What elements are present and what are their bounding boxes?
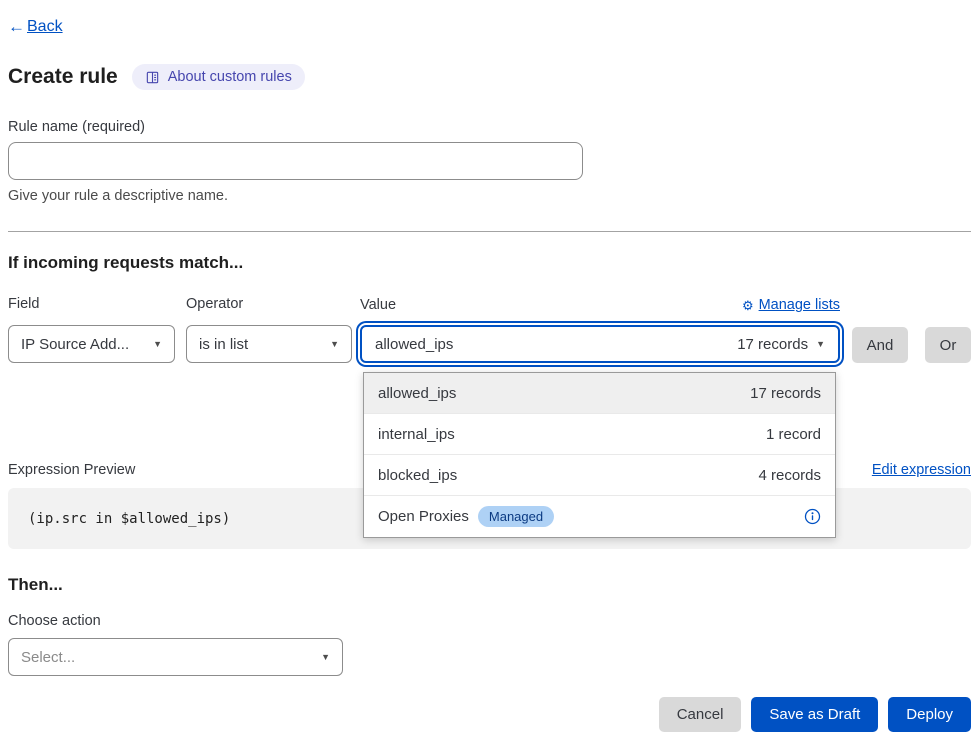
- deploy-button[interactable]: Deploy: [888, 697, 971, 732]
- value-column: Value ⚙ Manage lists allowed_ips 17 reco…: [360, 296, 840, 363]
- chevron-down-icon: ▼: [816, 339, 825, 349]
- back-row: ←Back: [8, 0, 971, 37]
- chevron-down-icon: ▼: [321, 652, 330, 662]
- rule-name-label: Rule name (required): [8, 119, 971, 135]
- and-button[interactable]: And: [852, 327, 908, 363]
- field-select-value: IP Source Add...: [21, 336, 129, 353]
- about-custom-rules-label: About custom rules: [168, 69, 292, 85]
- value-select-meta-wrap: 17 records ▼: [737, 336, 825, 353]
- save-as-draft-button[interactable]: Save as Draft: [751, 697, 878, 732]
- or-button[interactable]: Or: [925, 327, 971, 363]
- footer-actions: Cancel Save as Draft Deploy: [8, 697, 971, 752]
- dropdown-item-blocked-ips[interactable]: blocked_ips 4 records: [364, 455, 835, 496]
- field-select[interactable]: IP Source Add... ▼: [8, 325, 175, 363]
- list-item-name-wrap: Open Proxies Managed: [378, 506, 554, 527]
- value-label-row: Value ⚙ Manage lists: [360, 296, 840, 314]
- list-item-name: allowed_ips: [378, 385, 456, 402]
- list-item-meta: 17 records: [750, 385, 821, 402]
- chevron-down-icon: ▼: [153, 339, 162, 349]
- manage-lists-label: Manage lists: [759, 297, 840, 313]
- edit-expression-link[interactable]: Edit expression: [872, 462, 971, 478]
- match-section-heading: If incoming requests match...: [8, 253, 971, 273]
- dropdown-item-internal-ips[interactable]: internal_ips 1 record: [364, 414, 835, 455]
- manage-lists-link[interactable]: ⚙ Manage lists: [742, 297, 840, 313]
- operator-column: Operator is in list ▼: [186, 296, 352, 363]
- back-link-label: Back: [27, 18, 63, 36]
- managed-badge: Managed: [478, 506, 554, 527]
- action-select-placeholder: Select...: [21, 649, 75, 666]
- value-label: Value: [360, 297, 396, 313]
- value-select-value: allowed_ips: [375, 336, 453, 353]
- operator-select[interactable]: is in list ▼: [186, 325, 352, 363]
- about-custom-rules-link[interactable]: About custom rules: [132, 64, 305, 90]
- value-select[interactable]: allowed_ips 17 records ▼: [360, 325, 840, 363]
- operator-select-value: is in list: [199, 336, 248, 353]
- back-arrow-icon: ←: [8, 17, 25, 37]
- create-rule-page: ←Back Create rule About custom rules Rul…: [0, 0, 979, 752]
- list-item-name: internal_ips: [378, 426, 455, 443]
- title-row: Create rule About custom rules: [8, 64, 971, 90]
- choose-action-label: Choose action: [8, 613, 971, 629]
- list-item-name: Open Proxies: [378, 508, 469, 525]
- info-icon[interactable]: [804, 508, 821, 525]
- back-link[interactable]: ←Back: [8, 17, 63, 37]
- value-select-meta: 17 records: [737, 336, 808, 353]
- cancel-button[interactable]: Cancel: [659, 697, 742, 732]
- list-item-meta: 1 record: [766, 426, 821, 443]
- field-column: Field IP Source Add... ▼: [8, 296, 175, 363]
- then-section-heading: Then...: [8, 575, 971, 595]
- action-select[interactable]: Select... ▼: [8, 638, 343, 676]
- rule-name-helper: Give your rule a descriptive name.: [8, 188, 971, 204]
- expression-code: (ip.src in $allowed_ips): [28, 511, 230, 527]
- conjunction-buttons: Or: [908, 296, 971, 363]
- page-title: Create rule: [8, 65, 118, 89]
- match-row: Field IP Source Add... ▼ Operator is in …: [8, 296, 971, 363]
- list-item-name: blocked_ips: [378, 467, 457, 484]
- book-icon: [145, 70, 160, 85]
- dropdown-item-allowed-ips[interactable]: allowed_ips 17 records: [364, 373, 835, 414]
- expression-preview-label: Expression Preview: [8, 462, 135, 478]
- conjunction-buttons: And: [840, 296, 908, 363]
- dropdown-item-open-proxies[interactable]: Open Proxies Managed: [364, 496, 835, 537]
- rule-name-input[interactable]: [8, 142, 583, 180]
- section-divider: [8, 231, 971, 232]
- list-item-meta: 4 records: [758, 467, 821, 484]
- operator-label: Operator: [186, 296, 352, 314]
- field-label: Field: [8, 296, 175, 314]
- gear-icon: ⚙: [742, 299, 754, 312]
- chevron-down-icon: ▼: [330, 339, 339, 349]
- value-dropdown-panel: allowed_ips 17 records internal_ips 1 re…: [363, 372, 836, 538]
